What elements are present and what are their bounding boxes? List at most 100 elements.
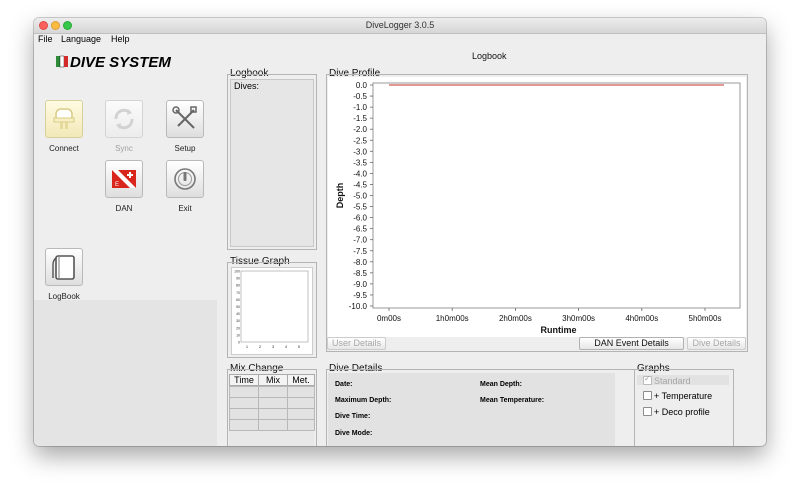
sidebar: DIVE SYSTEM Connect Sync Setup E DAN Exi… [34, 46, 217, 446]
tools-icon [166, 100, 204, 138]
y-tick-label: -9.0 [353, 280, 367, 289]
mix-table-cell[interactable] [258, 419, 288, 431]
dive-time-label: Dive Time: [335, 413, 371, 420]
y-tick-label: -7.0 [353, 236, 367, 245]
dives-label: Dives: [234, 81, 260, 91]
sync-icon [105, 100, 143, 138]
y-tick-label: -6.5 [353, 225, 367, 234]
temperature-checkbox[interactable] [643, 391, 652, 400]
plot-area [372, 82, 741, 309]
tissue-x-tick: 3 [272, 344, 275, 349]
x-tick-label: 5h0m00s [689, 314, 722, 323]
tissue-y-tick: 80 [236, 284, 240, 288]
tissue-y-tick: 20 [236, 326, 240, 330]
x-tick-label: 3h0m00s [562, 314, 595, 323]
mix-table-cell[interactable] [287, 419, 315, 431]
logo-text: DIVE SYSTEM [70, 54, 171, 71]
logbook-panel: Dives: [227, 74, 317, 250]
y-tick-label: -3.0 [353, 147, 367, 156]
dive-profile-chart: 0.0 -0.5 -1.0 -1.5 -2.0 -2.5 -3.0 -3.5 -4.0 -4.5 -… [328, 77, 746, 337]
sync-button[interactable]: Sync [95, 100, 153, 153]
dive-mode-label: Dive Mode: [335, 430, 373, 437]
y-tick-label: -6.0 [353, 214, 367, 223]
y-tick-label: -0.5 [353, 92, 367, 101]
logbook-button[interactable]: LogBook [35, 248, 93, 301]
tissue-y-tick: 10 [236, 333, 240, 337]
tissue-y-tick: 0 [238, 341, 240, 345]
sidebar-lower-panel [34, 300, 217, 446]
y-tick-label: -7.5 [353, 247, 367, 256]
deco-profile-label: + Deco profile [654, 407, 710, 417]
mix-col-mix[interactable]: Mix [258, 374, 288, 386]
close-window-button[interactable] [39, 21, 48, 30]
dives-list[interactable]: Dives: [230, 79, 314, 247]
dive-details-body: Date: Maximum Depth: Dive Time: Dive Mod… [328, 373, 615, 446]
user-details-button[interactable]: User Details [327, 337, 386, 350]
setup-button[interactable]: Setup [156, 100, 214, 153]
mix-col-time[interactable]: Time [229, 374, 259, 386]
mix-table-cell[interactable] [229, 419, 259, 431]
x-tick-label: 0m00s [377, 314, 401, 323]
app-window: DiveLogger 3.0.5 File Language Help DIVE… [34, 18, 766, 446]
tissue-plot-area [240, 270, 309, 343]
title-bar: DiveLogger 3.0.5 [34, 18, 766, 34]
power-icon [166, 160, 204, 198]
y-tick-label: -9.5 [353, 291, 367, 300]
book-icon [45, 248, 83, 286]
tissue-x-tick: 4 [285, 344, 288, 349]
dan-event-details-button[interactable]: DAN Event Details [579, 337, 684, 350]
exit-button[interactable]: Exit [156, 160, 214, 213]
y-tick-label: 0.0 [356, 81, 368, 90]
tissue-y-tick: 90 [236, 277, 240, 281]
menu-help[interactable]: Help [111, 34, 130, 45]
x-tick-label: 4h0m00s [625, 314, 658, 323]
x-tick-label: 2h0m00s [499, 314, 532, 323]
y-tick-label: -2.0 [353, 125, 367, 134]
y-tick-label: -2.5 [353, 136, 367, 145]
dan-icon: E [105, 160, 143, 198]
dive-system-logo: DIVE SYSTEM [56, 54, 171, 71]
tissue-graph-plot: 10090807060504030201001 2 3 4 5 [234, 270, 309, 349]
y-axis-label: Depth [335, 183, 345, 209]
tissue-y-tick: 70 [236, 291, 240, 295]
dive-profile-panel: 0.0 -0.5 -1.0 -1.5 -2.0 -2.5 -3.0 -3.5 -4.0 -4.5 -… [326, 74, 748, 352]
temperature-label: + Temperature [654, 391, 713, 401]
menu-bar: File Language Help [34, 34, 766, 45]
connect-label: Connect [49, 144, 79, 153]
y-tick-label: -5.5 [353, 203, 367, 212]
tissue-y-tick: 50 [236, 305, 240, 309]
dive-details-panel: Date: Maximum Depth: Dive Time: Dive Mod… [326, 369, 635, 446]
menu-language[interactable]: Language [61, 34, 101, 45]
window-title: DiveLogger 3.0.5 [365, 20, 435, 30]
dive-details-button[interactable]: Dive Details [687, 337, 746, 350]
mix-col-met[interactable]: Met. [287, 374, 315, 386]
main-title: Logbook [472, 51, 507, 61]
logbook-label: LogBook [48, 292, 80, 301]
zoom-window-button[interactable] [63, 21, 72, 30]
y-tick-label: -1.5 [353, 114, 367, 123]
minimize-window-button[interactable] [51, 21, 60, 30]
dive-profile-plot: 0.0 -0.5 -1.0 -1.5 -2.0 -2.5 -3.0 -3.5 -4.0 -4.5 -… [335, 81, 741, 335]
tissue-x-tick: 2 [259, 344, 262, 349]
menu-file[interactable]: File [38, 34, 53, 45]
svg-text:E: E [115, 182, 119, 188]
tissue-y-tick: 40 [236, 312, 240, 316]
tissue-x-tick: 1 [246, 344, 249, 349]
y-tick-label: -10.0 [349, 302, 368, 311]
connect-button[interactable]: Connect [35, 100, 93, 153]
mix-change-panel: Time Mix Met. [227, 369, 317, 446]
dan-button[interactable]: E DAN [95, 160, 153, 213]
standard-checkbox[interactable] [643, 374, 652, 385]
graphs-panel: Standard + Temperature + Deco profile [634, 369, 734, 446]
y-tick-label: -5.0 [353, 192, 367, 201]
tissue-graph-panel: 100 90 80 70 60 50 40 30 20 10 0 1 2 3 4 5 [227, 262, 317, 358]
setup-label: Setup [174, 144, 196, 153]
tissue-y-tick: 60 [236, 298, 240, 302]
y-tick-label: -8.0 [353, 258, 367, 267]
tissue-x-tick: 5 [298, 344, 301, 349]
mean-depth-label: Mean Depth: [480, 381, 522, 388]
date-label: Date: [335, 381, 353, 388]
deco-profile-checkbox[interactable] [643, 407, 652, 416]
tissue-graph-canvas: 100 90 80 70 60 50 40 30 20 10 0 1 2 3 4 5 [231, 267, 313, 355]
connect-icon [45, 100, 83, 138]
